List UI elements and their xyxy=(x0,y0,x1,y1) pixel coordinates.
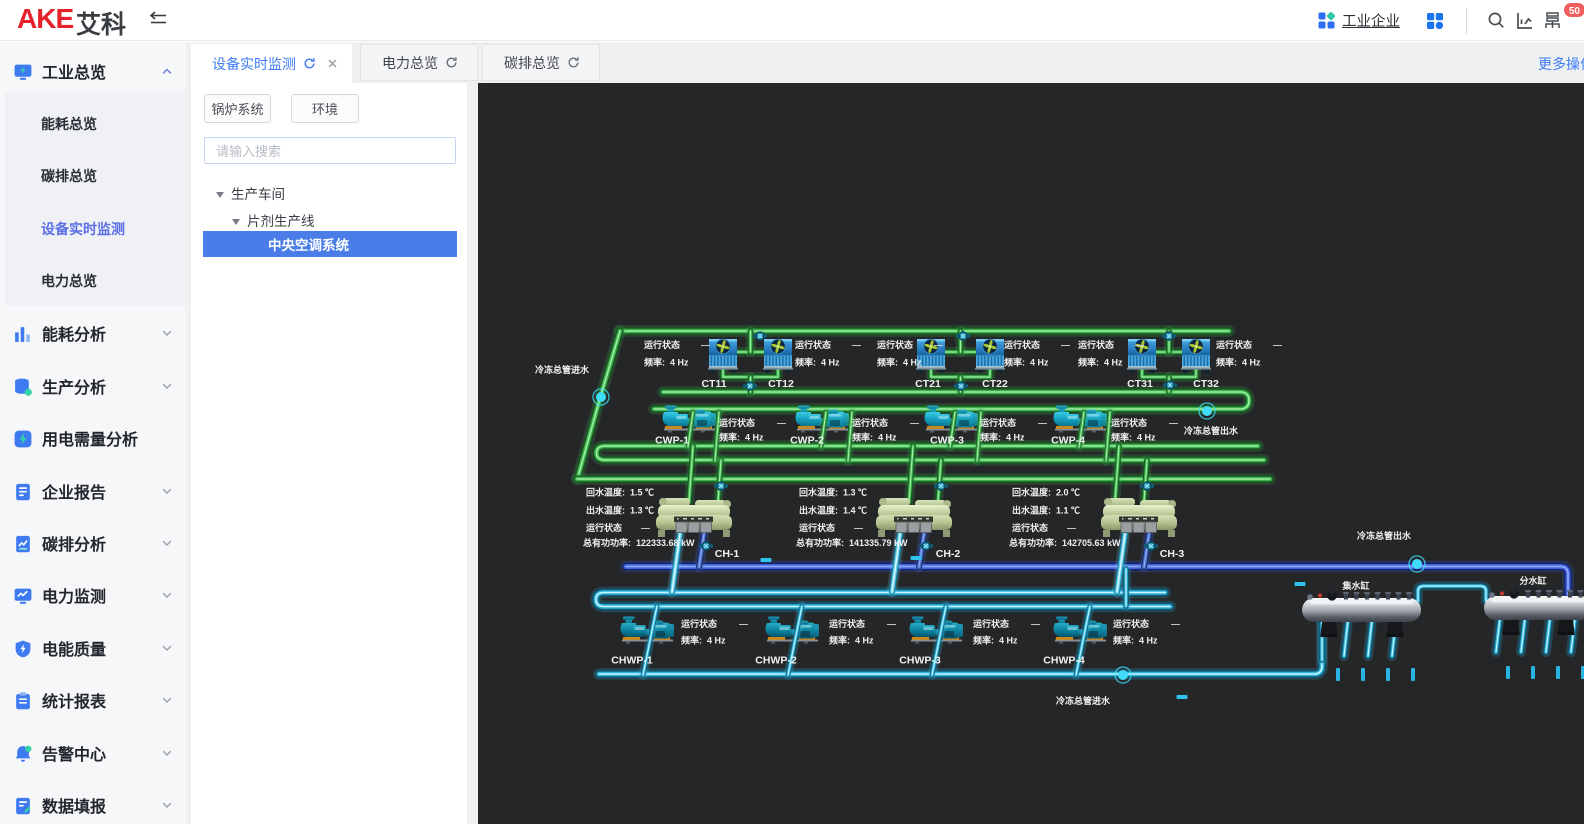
svg-text:出水温度: 1.3 ℃: 出水温度: 1.3 ℃ xyxy=(586,504,654,517)
svg-text:冷冻总管进水: 冷冻总管进水 xyxy=(1056,694,1111,707)
svg-text:CT32: CT32 xyxy=(1193,376,1219,391)
svg-text:集水缸: 集水缸 xyxy=(1341,579,1369,592)
svg-text:运行状态: 运行状态 xyxy=(1111,416,1147,429)
svg-text:CH-1: CH-1 xyxy=(715,546,740,561)
svg-text:频率: 4 Hz: 频率: 4 Hz xyxy=(1078,356,1123,369)
svg-text:CH-2: CH-2 xyxy=(936,546,961,561)
svg-text:—: — xyxy=(854,521,863,534)
svg-text:频率: 4 Hz: 频率: 4 Hz xyxy=(980,431,1025,444)
svg-text:冷冻总管进水: 冷冻总管进水 xyxy=(535,363,590,376)
svg-text:—: — xyxy=(701,338,710,351)
svg-text:回水温度: 1.3 ℃: 回水温度: 1.3 ℃ xyxy=(799,486,867,499)
svg-text:回水温度: 2.0 ℃: 回水温度: 2.0 ℃ xyxy=(1012,486,1080,499)
svg-text:运行状态: 运行状态 xyxy=(1078,338,1114,351)
svg-text:频率: 4 Hz: 频率: 4 Hz xyxy=(1004,356,1049,369)
svg-text:运行状态: 运行状态 xyxy=(681,617,717,630)
svg-text:运行状态: 运行状态 xyxy=(1004,338,1040,351)
svg-text:频率: 4 Hz: 频率: 4 Hz xyxy=(973,634,1018,647)
svg-text:运行状态: 运行状态 xyxy=(1216,338,1252,351)
svg-text:CWP-1: CWP-1 xyxy=(655,433,689,448)
svg-text:—: — xyxy=(1067,521,1076,534)
svg-text:—: — xyxy=(1169,416,1178,429)
svg-text:频率: 4 Hz: 频率: 4 Hz xyxy=(795,356,840,369)
svg-text:冷冻总管出水: 冷冻总管出水 xyxy=(1184,424,1239,437)
svg-text:运行状态: 运行状态 xyxy=(829,617,865,630)
svg-text:运行状态: 运行状态 xyxy=(795,338,831,351)
svg-text:频率: 4 Hz: 频率: 4 Hz xyxy=(877,356,922,369)
svg-text:—: — xyxy=(641,521,650,534)
svg-text:CHWP-2: CHWP-2 xyxy=(755,653,797,668)
svg-text:CT31: CT31 xyxy=(1127,376,1153,391)
svg-text:—: — xyxy=(1171,617,1180,630)
svg-text:冷冻总管出水: 冷冻总管出水 xyxy=(1357,529,1412,542)
svg-text:CWP-3: CWP-3 xyxy=(930,433,964,448)
svg-text:—: — xyxy=(852,338,861,351)
svg-text:CT12: CT12 xyxy=(768,376,794,391)
svg-text:CT11: CT11 xyxy=(701,376,726,391)
svg-text:—: — xyxy=(739,617,748,630)
svg-text:—: — xyxy=(887,617,896,630)
svg-text:CH-3: CH-3 xyxy=(1160,546,1185,561)
svg-text:频率: 4 Hz: 频率: 4 Hz xyxy=(1113,634,1158,647)
svg-text:总有功功率: 122333.68 kW: 总有功功率: 122333.68 kW xyxy=(583,536,695,549)
svg-text:频率: 4 Hz: 频率: 4 Hz xyxy=(719,431,764,444)
svg-text:运行状态: 运行状态 xyxy=(799,521,835,534)
svg-text:CHWP-3: CHWP-3 xyxy=(899,653,941,668)
svg-text:运行状态: 运行状态 xyxy=(1113,617,1149,630)
svg-text:CT21: CT21 xyxy=(915,376,941,391)
svg-text:频率: 4 Hz: 频率: 4 Hz xyxy=(829,634,874,647)
svg-text:CHWP-4: CHWP-4 xyxy=(1043,653,1085,668)
svg-text:运行状态: 运行状态 xyxy=(973,617,1009,630)
svg-text:CHWP-1: CHWP-1 xyxy=(611,653,653,668)
svg-text:—: — xyxy=(1031,617,1040,630)
svg-text:运行状态: 运行状态 xyxy=(1012,521,1048,534)
svg-text:出水温度: 1.1 ℃: 出水温度: 1.1 ℃ xyxy=(1012,504,1080,517)
svg-text:—: — xyxy=(1273,338,1282,351)
svg-text:—: — xyxy=(934,338,943,351)
svg-text:频率: 4 Hz: 频率: 4 Hz xyxy=(1111,431,1156,444)
svg-text:—: — xyxy=(1135,338,1144,351)
svg-text:运行状态: 运行状态 xyxy=(980,416,1016,429)
svg-text:分水缸: 分水缸 xyxy=(1519,574,1546,587)
svg-text:—: — xyxy=(777,416,786,429)
svg-text:—: — xyxy=(1061,338,1070,351)
svg-text:运行状态: 运行状态 xyxy=(719,416,755,429)
svg-text:运行状态: 运行状态 xyxy=(644,338,680,351)
svg-text:运行状态: 运行状态 xyxy=(586,521,622,534)
svg-text:CT22: CT22 xyxy=(982,376,1008,391)
svg-text:出水温度: 1.4 ℃: 出水温度: 1.4 ℃ xyxy=(799,504,867,517)
svg-text:频率: 4 Hz: 频率: 4 Hz xyxy=(644,356,689,369)
svg-text:频率: 4 Hz: 频率: 4 Hz xyxy=(681,634,726,647)
svg-text:运行状态: 运行状态 xyxy=(852,416,888,429)
svg-text:回水温度: 1.5 ℃: 回水温度: 1.5 ℃ xyxy=(586,486,654,499)
svg-text:—: — xyxy=(910,416,919,429)
svg-text:运行状态: 运行状态 xyxy=(877,338,913,351)
svg-text:总有功功率: 141335.79 kW: 总有功功率: 141335.79 kW xyxy=(796,536,908,549)
svg-text:频率: 4 Hz: 频率: 4 Hz xyxy=(1216,356,1261,369)
svg-text:频率: 4 Hz: 频率: 4 Hz xyxy=(852,431,897,444)
svg-text:CWP-4: CWP-4 xyxy=(1051,433,1085,448)
svg-text:总有功功率: 142705.63 kW: 总有功功率: 142705.63 kW xyxy=(1009,536,1121,549)
svg-text:CWP-2: CWP-2 xyxy=(790,433,824,448)
svg-text:—: — xyxy=(1038,416,1047,429)
